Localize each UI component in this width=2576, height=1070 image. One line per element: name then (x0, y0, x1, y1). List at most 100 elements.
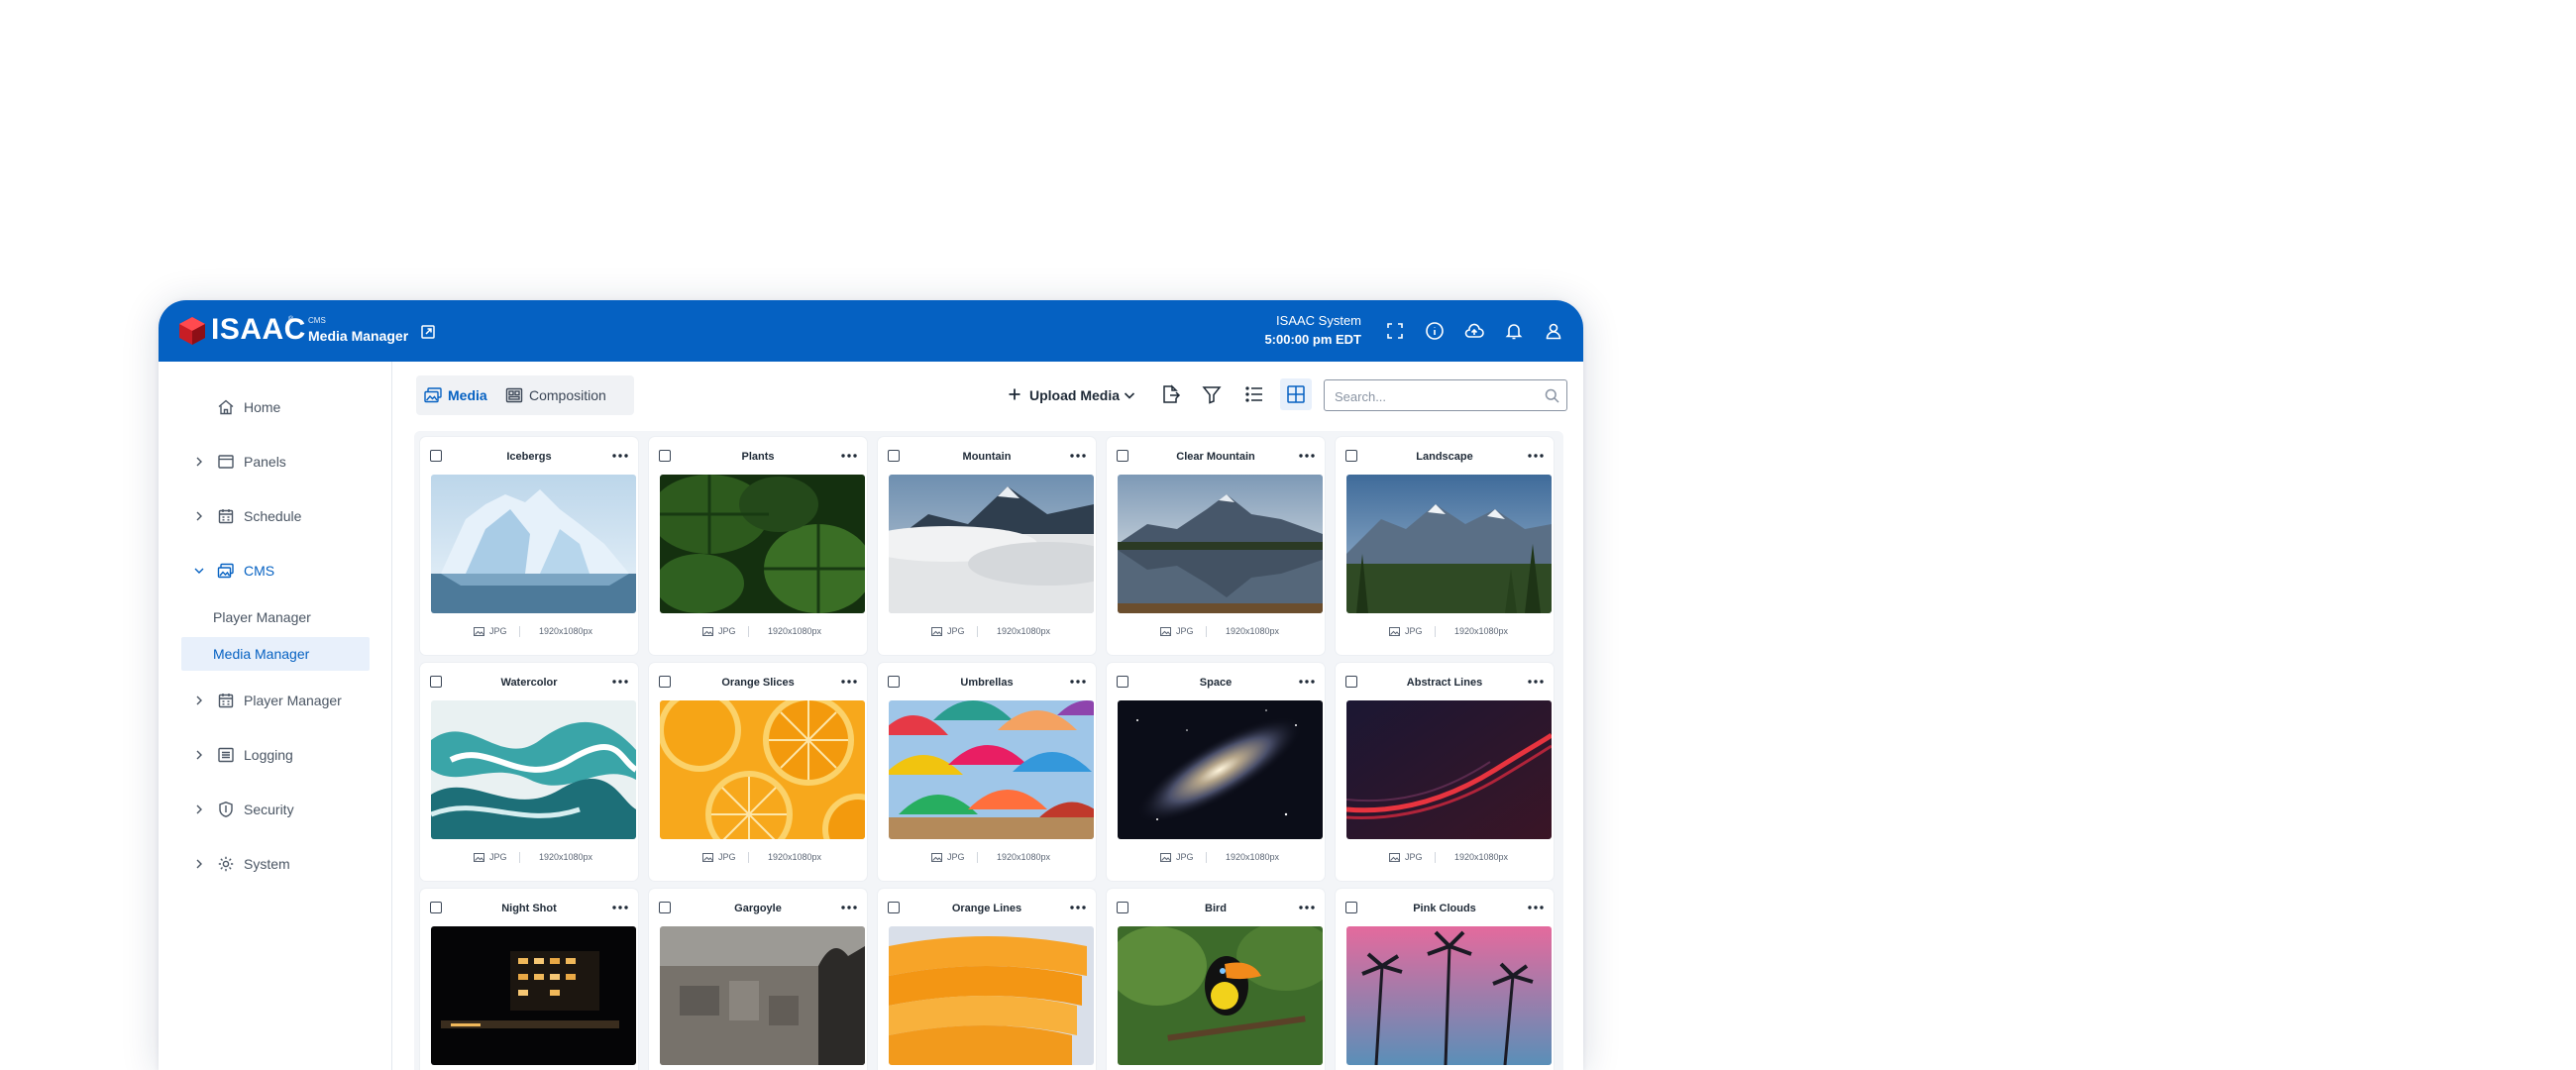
more-options-icon[interactable] (1069, 677, 1087, 687)
more-options-icon[interactable] (1298, 677, 1316, 687)
select-checkbox[interactable] (1117, 450, 1128, 462)
media-meta: JPG 1920x1080px (878, 852, 1096, 866)
more-options-icon[interactable] (611, 903, 629, 912)
media-thumbnail[interactable] (889, 700, 1094, 839)
more-options-icon[interactable] (1527, 903, 1545, 912)
sidebar: Home Panels Schedule CMS Player Manager … (159, 362, 392, 1070)
media-thumbnail[interactable] (1346, 926, 1552, 1065)
more-options-icon[interactable] (1298, 451, 1316, 461)
tab-composition[interactable]: Composition (501, 375, 630, 415)
select-checkbox[interactable] (1345, 450, 1357, 462)
search-icon[interactable] (1545, 388, 1559, 403)
sidebar-item-player-manager[interactable]: Player Manager (159, 684, 391, 717)
media-thumbnail[interactable] (889, 475, 1094, 613)
media-card[interactable]: Orange Lines (878, 889, 1096, 1070)
media-thumbnail[interactable] (660, 926, 865, 1065)
select-checkbox[interactable] (888, 902, 900, 913)
select-checkbox[interactable] (888, 676, 900, 688)
media-card[interactable]: Gargoyle (649, 889, 867, 1070)
media-thumbnail[interactable] (660, 700, 865, 839)
fullscreen-icon[interactable] (1385, 321, 1405, 341)
list-view-icon[interactable] (1243, 383, 1265, 405)
more-options-icon[interactable] (840, 903, 858, 912)
more-options-icon[interactable] (1298, 903, 1316, 912)
image-file-icon (931, 627, 942, 636)
cms-sub-player-manager[interactable]: Player Manager (181, 600, 370, 634)
media-card[interactable]: Mountain JPG 1920x1080px (878, 437, 1096, 655)
media-card[interactable]: Abstract Lines JPG 1920x1080px (1336, 663, 1554, 881)
more-options-icon[interactable] (1069, 451, 1087, 461)
select-checkbox[interactable] (430, 676, 442, 688)
media-card[interactable]: Bird (1107, 889, 1325, 1070)
sidebar-item-system[interactable]: System (159, 847, 391, 881)
media-card[interactable]: Landscape JPG 1920x1080px (1336, 437, 1554, 655)
select-checkbox[interactable] (659, 450, 671, 462)
media-thumbnail[interactable] (1118, 700, 1323, 839)
info-icon[interactable] (1425, 321, 1445, 341)
media-card[interactable]: Night Shot (420, 889, 638, 1070)
media-card[interactable]: Clear Mountain JPG 1920x1080px (1107, 437, 1325, 655)
select-checkbox[interactable] (1117, 902, 1128, 913)
media-thumbnail[interactable] (431, 700, 636, 839)
user-icon[interactable] (1544, 321, 1563, 341)
sidebar-item-label: Home (244, 399, 281, 415)
chevron-right-icon (196, 511, 202, 521)
more-options-icon[interactable] (1527, 451, 1545, 461)
filter-icon[interactable] (1201, 383, 1223, 405)
media-thumbnail[interactable] (660, 475, 865, 613)
cloud-upload-icon[interactable] (1464, 321, 1484, 341)
more-options-icon[interactable] (1527, 677, 1545, 687)
tab-media[interactable]: Media (416, 375, 493, 415)
system-time: 5:00:00 pm EDT (1264, 332, 1361, 347)
sidebar-item-panels[interactable]: Panels (159, 445, 391, 479)
more-options-icon[interactable] (840, 451, 858, 461)
media-card[interactable]: Watercolor JPG 1920x1080px (420, 663, 638, 881)
export-icon[interactable] (1159, 383, 1181, 405)
select-checkbox[interactable] (1345, 902, 1357, 913)
grid-view-button[interactable] (1280, 378, 1312, 410)
media-title: Clear Mountain (1176, 451, 1255, 463)
sidebar-item-cms[interactable]: CMS (159, 554, 391, 588)
media-thumbnail[interactable] (431, 475, 636, 613)
more-options-icon[interactable] (1069, 903, 1087, 912)
select-checkbox[interactable] (1345, 676, 1357, 688)
select-checkbox[interactable] (1117, 676, 1128, 688)
search-input[interactable] (1333, 386, 1535, 406)
media-thumbnail[interactable] (431, 926, 636, 1065)
media-dimensions: 1920x1080px (1226, 852, 1280, 862)
media-title: Space (1199, 677, 1233, 689)
media-title: Bird (1205, 903, 1227, 914)
cms-icon (217, 563, 234, 579)
media-card[interactable]: Pink Clouds (1336, 889, 1554, 1070)
media-card[interactable]: Plants JPG 1920x1080px (649, 437, 867, 655)
media-thumbnail[interactable] (1346, 475, 1552, 613)
sidebar-item-schedule[interactable]: Schedule (159, 499, 391, 533)
sidebar-item-home[interactable]: Home (159, 390, 391, 424)
select-checkbox[interactable] (430, 450, 442, 462)
bell-icon[interactable] (1504, 321, 1524, 341)
image-file-icon (702, 853, 713, 862)
media-thumbnail[interactable] (1118, 475, 1323, 613)
select-checkbox[interactable] (888, 450, 900, 462)
brand-trademark: ® (288, 316, 294, 323)
media-thumbnail[interactable] (1346, 700, 1552, 839)
select-checkbox[interactable] (659, 902, 671, 913)
media-card[interactable]: Icebergs JPG 1920x1080px (420, 437, 638, 655)
select-checkbox[interactable] (659, 676, 671, 688)
cms-sub-media-manager[interactable]: Media Manager (181, 637, 370, 671)
more-options-icon[interactable] (611, 451, 629, 461)
media-card[interactable]: Orange Slices JPG 1920x1080px (649, 663, 867, 881)
select-checkbox[interactable] (430, 902, 442, 913)
media-thumbnail[interactable] (1118, 926, 1323, 1065)
chevron-right-icon (196, 804, 202, 814)
sidebar-item-logging[interactable]: Logging (159, 738, 391, 772)
more-options-icon[interactable] (611, 677, 629, 687)
sidebar-item-security[interactable]: Security (159, 793, 391, 826)
media-card[interactable]: Umbrellas JPG 1920x1080px (878, 663, 1096, 881)
media-card[interactable]: Space JPG 1920x1080px (1107, 663, 1325, 881)
isaac-logo-icon (179, 317, 205, 345)
media-thumbnail[interactable] (889, 926, 1094, 1065)
open-new-window-icon[interactable] (420, 324, 436, 340)
media-meta: JPG 1920x1080px (649, 626, 867, 640)
more-options-icon[interactable] (840, 677, 858, 687)
